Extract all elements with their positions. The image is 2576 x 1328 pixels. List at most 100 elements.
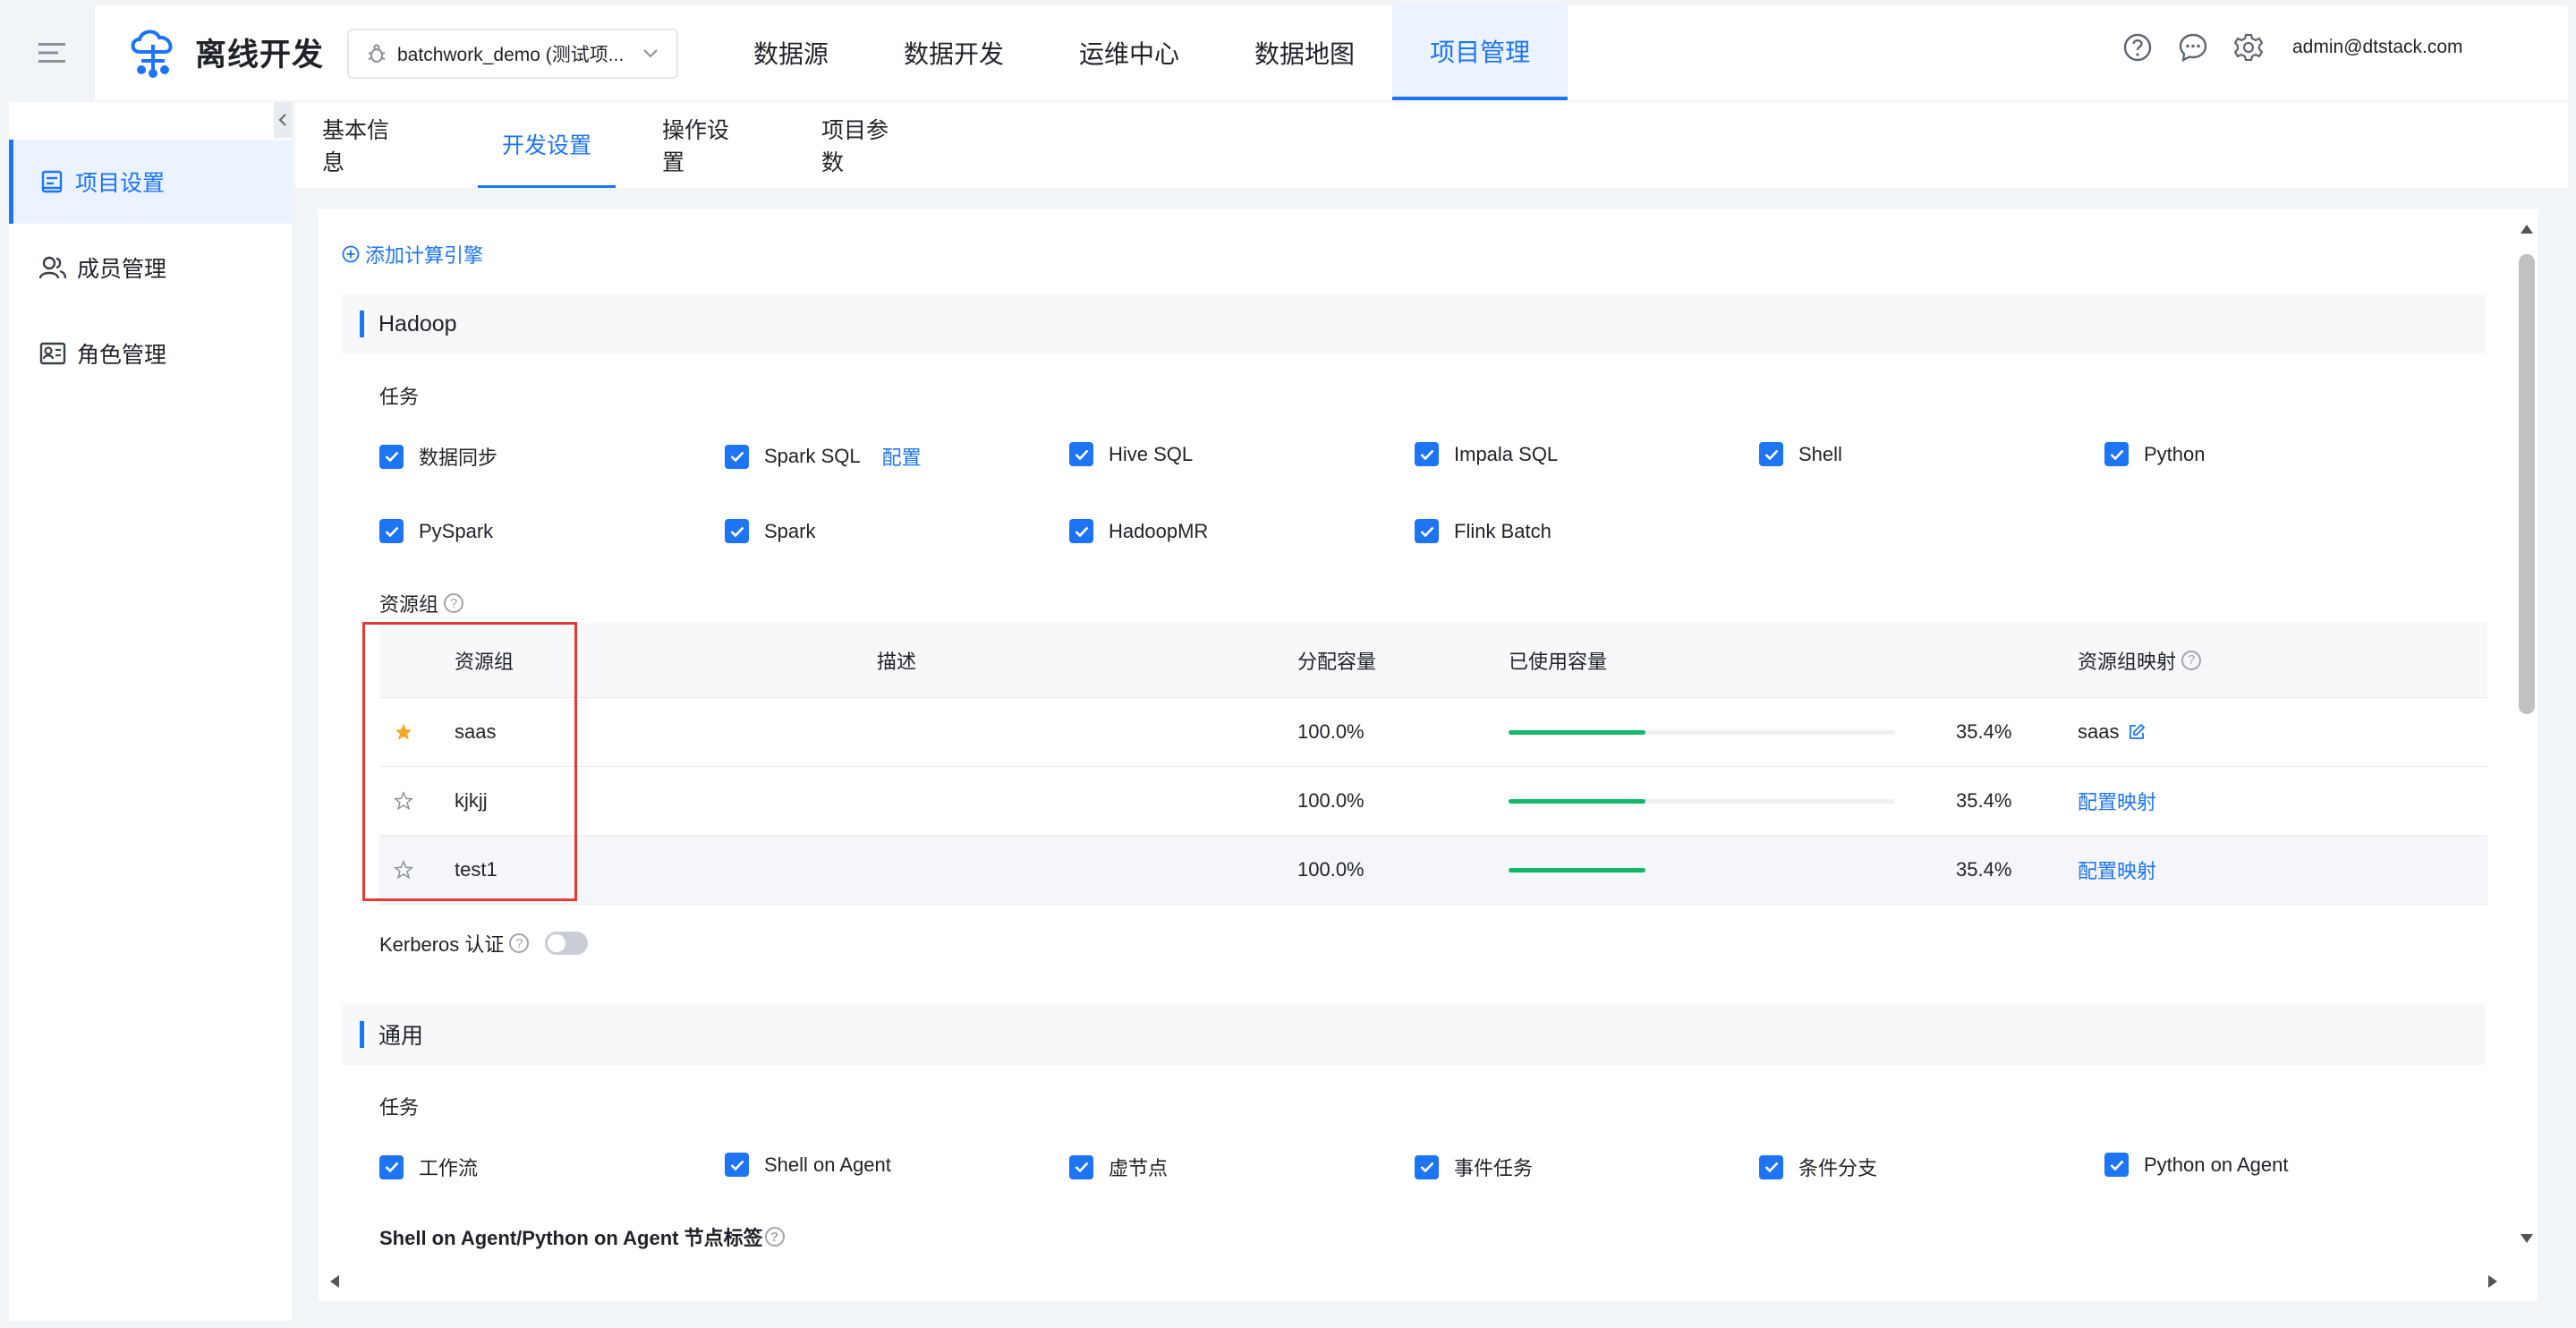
nav-item-datasource[interactable]: 数据源 (716, 5, 866, 100)
sidebar-item-label: 项目设置 (75, 171, 166, 196)
mapping-cell: 配置映射 (2078, 836, 2156, 904)
nav-item-ops-center[interactable]: 运维中心 (1041, 5, 1217, 100)
checkbox-checked-icon (1069, 1154, 1093, 1179)
checkbox-checked-icon (2104, 442, 2129, 466)
checkbox-checked-icon (1069, 519, 1093, 543)
sidebar: 项目设置 成员管理 角色管理 (9, 102, 292, 1321)
nav-item-project-management[interactable]: 项目管理 (1392, 5, 1569, 100)
progress-fill (1509, 798, 1645, 804)
task-checkbox[interactable]: 数据同步 (379, 442, 497, 471)
mapping-value: saas (2078, 720, 2120, 743)
main-nav: 数据源 数据开发 运维中心 数据地图 项目管理 (716, 5, 1569, 100)
task-checkbox[interactable]: 事件任务 (1415, 1153, 1533, 1181)
progress-track (1509, 867, 1895, 873)
help-icon[interactable]: ? (2181, 650, 2202, 670)
cloud-network-icon (131, 30, 173, 78)
resource-name: saas (455, 720, 497, 743)
kerberos-toggle[interactable] (545, 932, 589, 955)
scroll-left-arrow-icon[interactable] (329, 1274, 340, 1289)
checkbox-checked-icon (1415, 442, 1439, 466)
task-checkbox[interactable]: PySpark (379, 519, 493, 543)
sidebar-item-members[interactable]: 成员管理 (9, 226, 292, 310)
add-engine-button[interactable]: 添加计算引擎 (342, 240, 483, 268)
nav-item-data-develop[interactable]: 数据开发 (866, 5, 1041, 100)
star-cell[interactable] (394, 836, 413, 904)
star-filled-icon (395, 723, 412, 740)
mapping-cell: 配置映射 (2078, 767, 2156, 835)
tab-operation-settings[interactable]: 操作设置 (662, 102, 748, 188)
kerberos-label: Kerberos 认证 (379, 933, 505, 956)
tab-dev-settings[interactable]: 开发设置 (478, 102, 616, 188)
sidebar-item-label: 成员管理 (77, 257, 167, 282)
task-checkbox[interactable]: 工作流 (379, 1153, 478, 1181)
task-checkbox[interactable]: HadoopMR (1069, 519, 1208, 543)
section-marker (360, 311, 364, 337)
config-mapping-link[interactable]: 配置映射 (2078, 856, 2156, 884)
app-logo[interactable]: 离线开发 (127, 25, 324, 79)
task-checkbox[interactable]: Flink Batch (1415, 519, 1552, 543)
task-checkbox[interactable]: Impala SQL (1415, 442, 1558, 466)
sidebar-collapse-button[interactable] (274, 102, 292, 138)
menu-icon (38, 43, 65, 63)
column-header: 描述 (877, 650, 917, 673)
section-title: 通用 (378, 1024, 424, 1049)
user-account[interactable]: admin@dtstack.com (2292, 37, 2463, 58)
project-select[interactable]: batchwork_demo (测试项... (347, 29, 678, 79)
checkbox-checked-icon (1415, 1154, 1439, 1179)
agent-label: Shell on Agent/Python on Agent 节点标签 (379, 1227, 763, 1249)
task-label: Shell (1798, 442, 1842, 465)
menu-toggle-button[interactable] (9, 5, 95, 100)
gear-icon[interactable] (2233, 32, 2264, 63)
scroll-right-arrow-icon[interactable] (2487, 1274, 2498, 1289)
task-checkbox[interactable]: Spark SQL 配置 (725, 442, 922, 471)
help-icon[interactable]: ? (444, 593, 464, 613)
task-label: 虚节点 (1109, 1157, 1169, 1179)
task-label: Hive SQL (1109, 442, 1194, 465)
task-checkbox[interactable]: 条件分支 (1759, 1153, 1877, 1181)
task-checkbox[interactable]: Python (2104, 442, 2206, 466)
column-header: 分配容量 (1297, 650, 1377, 673)
scroll-up-arrow-icon[interactable] (2520, 224, 2534, 234)
message-icon[interactable] (2178, 32, 2208, 63)
task-checkbox[interactable]: 虚节点 (1069, 1153, 1168, 1181)
scrollbar-thumb[interactable] (2519, 254, 2535, 714)
table-header-row: 资源组 描述 分配容量 已使用容量 资源组映射 ? (379, 623, 2487, 698)
task-checkbox[interactable]: Spark (725, 519, 815, 543)
sidebar-item-roles[interactable]: 角色管理 (9, 311, 292, 396)
task-checkbox[interactable]: Shell (1759, 442, 1842, 466)
horizontal-scrollbar[interactable] (319, 1262, 2516, 1298)
vertical-scrollbar[interactable] (2516, 215, 2538, 1253)
task-label: PySpark (419, 519, 494, 542)
used-capacity-value: 35.4% (1956, 720, 2012, 743)
allocated-capacity: 100.0% (1297, 858, 1365, 881)
used-capacity-value: 35.4% (1956, 789, 2012, 812)
nav-item-data-map[interactable]: 数据地图 (1217, 5, 1392, 100)
progress-fill (1509, 729, 1645, 735)
help-icon[interactable] (2122, 32, 2153, 63)
sidebar-item-project-settings[interactable]: 项目设置 (9, 140, 292, 224)
star-cell[interactable] (394, 767, 413, 835)
help-icon[interactable]: ? (509, 933, 530, 953)
task-checkbox[interactable]: Shell on Agent (725, 1153, 891, 1177)
star-cell[interactable] (394, 698, 413, 766)
star-outline-icon (394, 791, 413, 811)
scroll-down-arrow-icon[interactable] (2520, 1233, 2534, 1244)
edit-icon[interactable] (2128, 723, 2146, 741)
kerberos-row: Kerberos 认证 ? (379, 929, 589, 958)
task-checkbox[interactable]: Hive SQL (1069, 442, 1193, 466)
spark-sql-config-link[interactable]: 配置 (882, 442, 922, 471)
tab-basic-info[interactable]: 基本信息 (322, 102, 408, 188)
resource-name: test1 (455, 858, 497, 881)
resource-group-heading: 资源组 ? (379, 589, 464, 617)
task-label: 条件分支 (1798, 1157, 1878, 1179)
checkbox-checked-icon (379, 1154, 404, 1179)
section-general: 通用 (342, 1004, 2486, 1065)
help-icon[interactable]: ? (764, 1227, 785, 1247)
tab-project-params[interactable]: 项目参数 (821, 102, 907, 188)
agent-label-row: Shell on Agent/Python on Agent 节点标签 ? (379, 1222, 785, 1251)
task-checkbox[interactable]: Python on Agent (2104, 1153, 2288, 1177)
config-mapping-link[interactable]: 配置映射 (2078, 787, 2156, 815)
progress-track (1509, 729, 1895, 735)
checkbox-checked-icon (1069, 442, 1093, 466)
used-capacity-bar (1509, 836, 1895, 904)
